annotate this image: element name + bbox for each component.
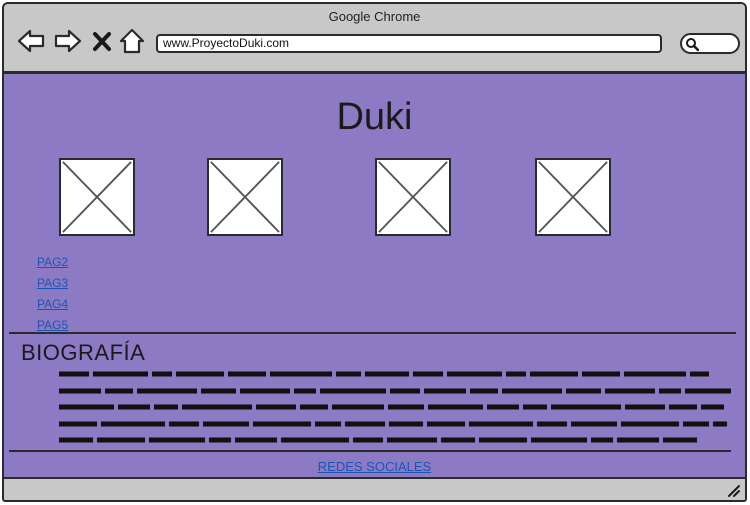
section-heading: BIOGRAFÍA <box>21 340 146 365</box>
nav-link-pag3[interactable]: PAG3 <box>37 275 68 296</box>
home-icon[interactable] <box>118 26 146 56</box>
page-title: Duki <box>336 96 413 138</box>
window-title: Google Chrome <box>328 9 421 24</box>
scribble-line <box>59 371 734 377</box>
back-arrow-icon[interactable] <box>16 26 46 56</box>
status-bar <box>4 477 745 500</box>
search-icon <box>686 38 699 51</box>
image-placeholder <box>535 158 611 236</box>
biography-text-placeholder <box>59 371 734 454</box>
browser-toolbar: Google Chrome www.ProyectoDuki.com <box>4 4 745 74</box>
divider <box>9 450 731 452</box>
social-media-link[interactable]: REDES SOCIALES <box>4 459 745 474</box>
nav-link-pag5[interactable]: PAG5 <box>37 317 68 338</box>
forward-arrow-icon[interactable] <box>53 26 83 56</box>
nav-links: PAG2 PAG3 PAG4 PAG5 <box>37 254 68 338</box>
image-placeholder <box>59 158 135 236</box>
image-placeholder <box>207 158 283 236</box>
close-x-icon[interactable] <box>90 26 114 56</box>
browser-window: Google Chrome www.ProyectoDuki.com Duki <box>2 2 747 502</box>
nav-link-pag2[interactable]: PAG2 <box>37 254 68 275</box>
nav-link-pag4[interactable]: PAG4 <box>37 296 68 317</box>
scribble-line <box>59 421 734 427</box>
address-bar[interactable]: www.ProyectoDuki.com <box>156 34 662 53</box>
scribble-line <box>59 388 734 394</box>
divider <box>9 332 736 334</box>
search-input[interactable] <box>680 33 740 54</box>
page-content: Duki PAG2 PAG3 PAG4 PAG5 BIOGRAFÍA REDES… <box>4 74 745 479</box>
resize-grip-icon[interactable] <box>725 482 741 498</box>
scribble-line <box>59 404 734 410</box>
image-placeholder <box>375 158 451 236</box>
scribble-line <box>59 437 734 443</box>
